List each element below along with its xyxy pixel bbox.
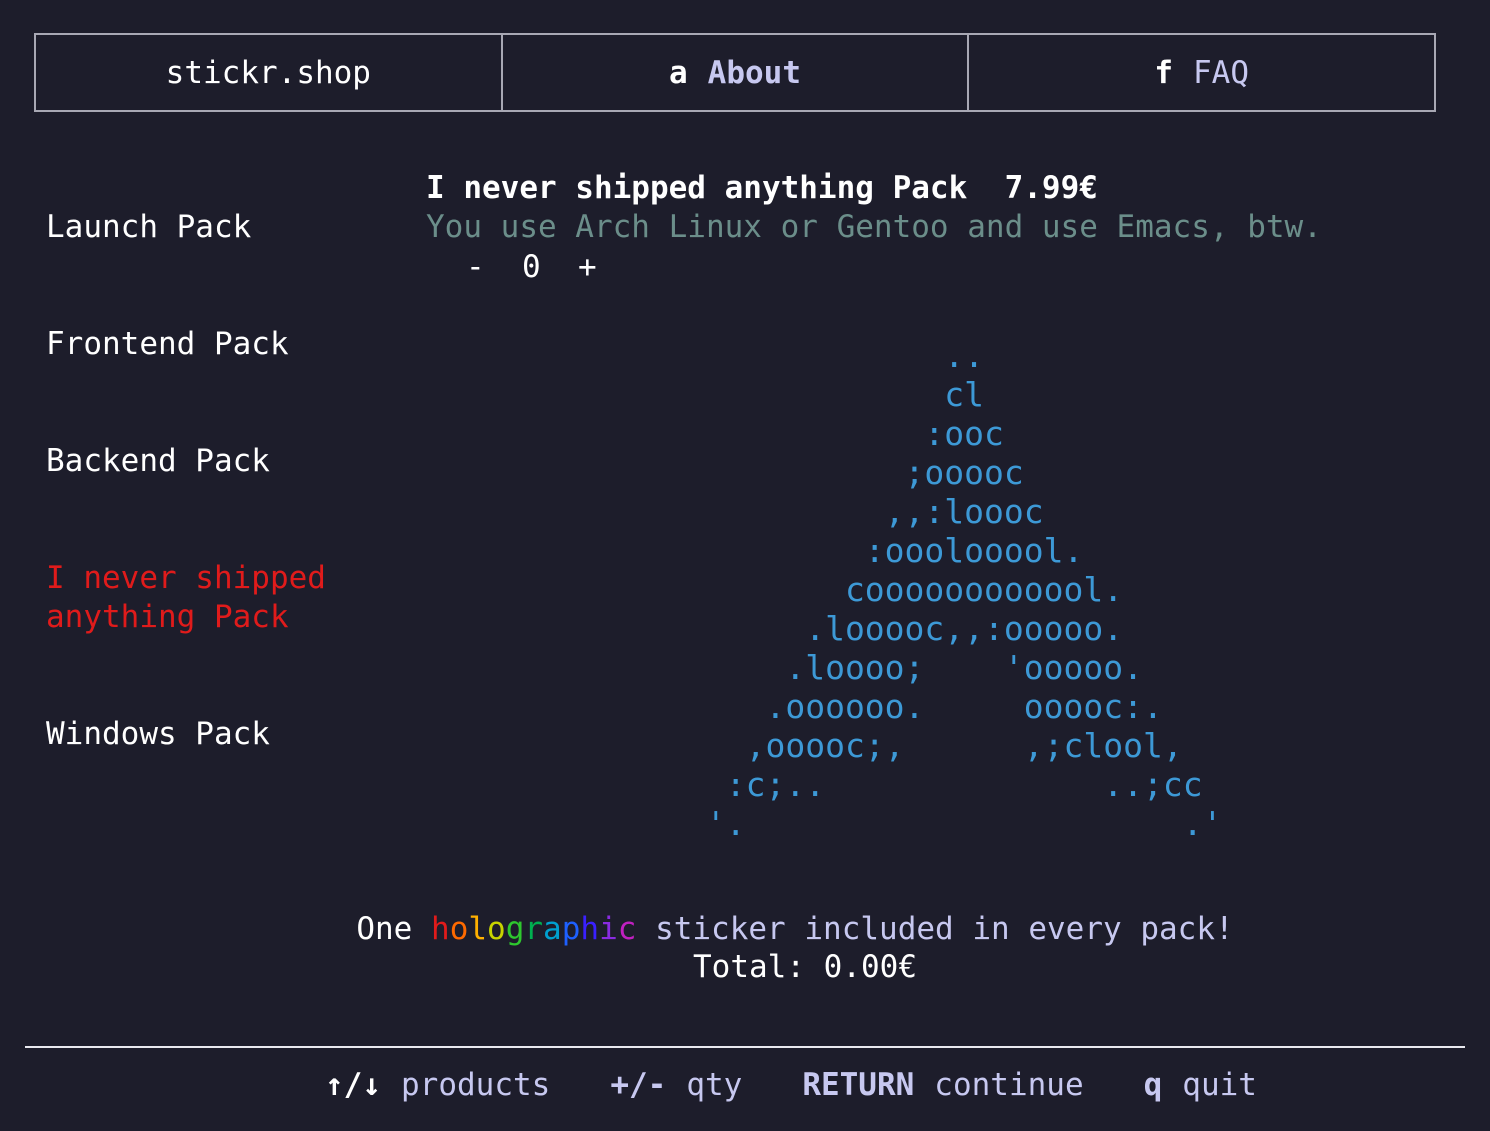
- holographic-letter: a: [543, 911, 562, 947]
- qty-increment-button[interactable]: +: [578, 248, 597, 287]
- hint-label-qty: qty: [686, 1067, 743, 1103]
- key-hints-bar: ↑/↓ products +/- qty RETURN continue q q…: [325, 1066, 1257, 1105]
- product-item-backend[interactable]: Backend Pack: [46, 442, 270, 481]
- faq-shortcut-key: f: [1154, 54, 1174, 91]
- arch-linux-ascii-art: .. cl :ooc ;ooooc ,,:loooc :ooolooool. c…: [705, 336, 1223, 843]
- hint-qty: +/- qty: [610, 1066, 742, 1105]
- product-item-launch[interactable]: Launch Pack: [46, 208, 251, 247]
- faq-label: FAQ: [1193, 54, 1250, 91]
- hint-key-plusminus: +/-: [610, 1067, 667, 1103]
- product-item-frontend[interactable]: Frontend Pack: [46, 325, 289, 364]
- holographic-word: holographic: [431, 911, 636, 947]
- nav-about[interactable]: a About: [503, 35, 970, 110]
- hint-quit: q quit: [1144, 1066, 1257, 1105]
- product-item-windows[interactable]: Windows Pack: [46, 715, 270, 754]
- product-description: You use Arch Linux or Gentoo and use Ema…: [426, 209, 1322, 245]
- product-title: I never shipped anything Pack: [426, 170, 968, 206]
- holographic-letter: o: [487, 911, 506, 947]
- top-nav: stickr.shop a About f FAQ: [34, 33, 1436, 112]
- hint-key-q: q: [1143, 1067, 1163, 1103]
- holographic-letter: o: [449, 911, 469, 947]
- hint-continue: RETURN continue: [802, 1066, 1083, 1105]
- holographic-letter: c: [617, 911, 637, 947]
- hint-label-products: products: [401, 1067, 551, 1103]
- holographic-letter: g: [505, 911, 525, 947]
- nav-brand[interactable]: stickr.shop: [36, 35, 503, 110]
- product-item-never-shipped[interactable]: I never shipped anything Pack: [46, 559, 326, 637]
- holographic-letter: l: [468, 911, 488, 947]
- qty-value: 0: [522, 249, 541, 285]
- product-heading: I never shipped anything Pack 7.99€: [426, 169, 1098, 208]
- holographic-letter: h: [580, 911, 600, 947]
- hint-products: ↑/↓ products: [325, 1066, 550, 1105]
- about-label: About: [707, 54, 801, 91]
- holographic-letter: p: [561, 911, 581, 947]
- holographic-promo: One holographic sticker included in ever…: [0, 910, 1490, 949]
- hint-key-return: RETURN: [802, 1067, 915, 1103]
- quantity-stepper: - 0 +: [466, 248, 597, 287]
- promo-lead: One: [356, 911, 432, 947]
- cart-total: Total: 0.00€: [693, 949, 917, 985]
- product-price: 7.99€: [1004, 170, 1098, 206]
- about-shortcut-key: a: [669, 54, 688, 91]
- hint-key-arrows: ↑/↓: [325, 1067, 381, 1103]
- promo-trail: sticker included in every pack!: [636, 911, 1234, 947]
- holographic-letter: h: [431, 911, 450, 947]
- holographic-letter: r: [524, 911, 544, 947]
- holographic-letter: i: [599, 911, 618, 947]
- brand-name: stickr.shop: [165, 54, 371, 91]
- hint-label-quit: quit: [1182, 1067, 1257, 1103]
- hint-label-continue: continue: [934, 1067, 1084, 1103]
- qty-decrement-button[interactable]: -: [466, 248, 485, 287]
- nav-faq[interactable]: f FAQ: [969, 35, 1434, 110]
- footer-divider: [25, 1046, 1465, 1048]
